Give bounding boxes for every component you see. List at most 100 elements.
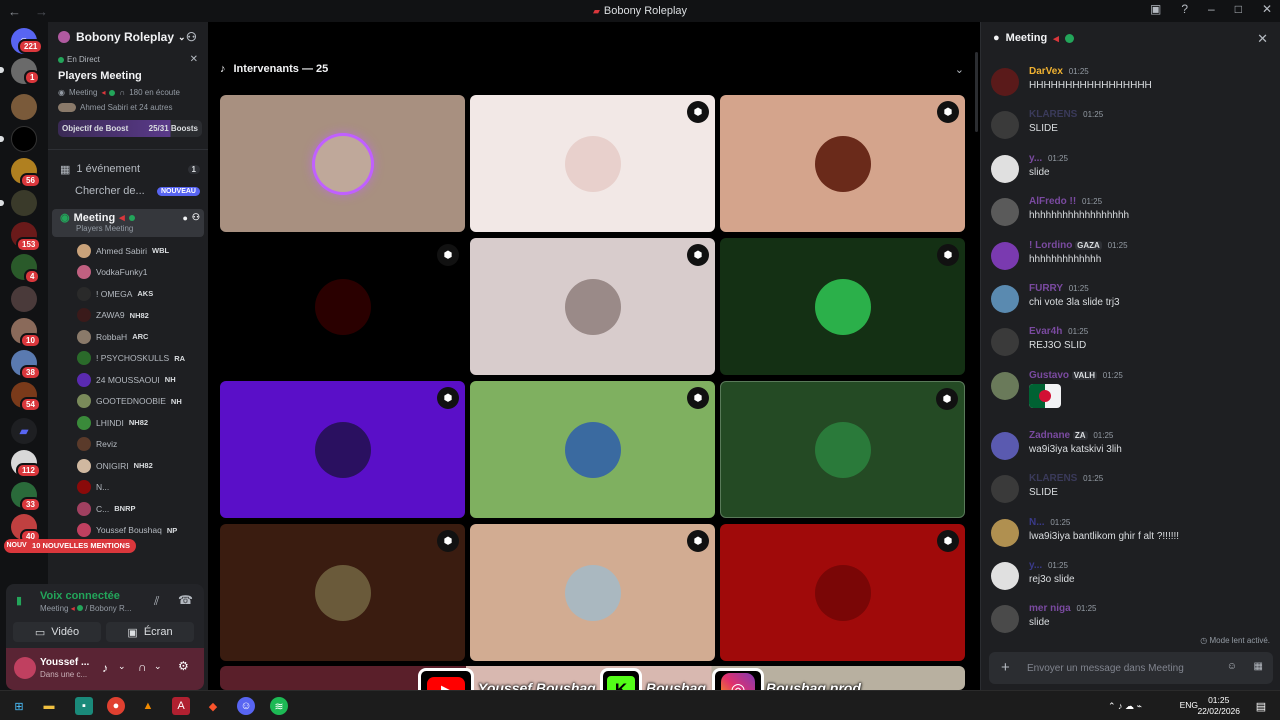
message-author[interactable]: mer niga	[1029, 603, 1071, 614]
gear-icon[interactable]: ⚙	[178, 659, 189, 673]
speaker-tile[interactable]: ⬢	[220, 381, 465, 518]
collapse-chevron-icon[interactable]: ⌄	[955, 63, 964, 76]
avatar[interactable]	[991, 154, 1019, 183]
speaker-tile[interactable]: ⬢	[220, 524, 465, 661]
brave-icon[interactable]: ◆	[204, 697, 222, 715]
close-icon[interactable]: ✕	[190, 54, 198, 65]
speaker-tile[interactable]: ⬢	[720, 238, 965, 375]
noise-suppression-icon[interactable]: ⫽	[154, 594, 159, 609]
voice-member[interactable]: Reviz	[48, 434, 208, 456]
speaker-tile[interactable]	[220, 95, 465, 232]
minimize-icon[interactable]: –	[1208, 2, 1215, 16]
add-member-icon[interactable]: ⚇	[186, 30, 197, 44]
discord-icon[interactable]: ☺	[237, 697, 255, 715]
speaker-tile[interactable]: ⬢	[720, 524, 965, 661]
server-icon-5[interactable]	[11, 190, 37, 216]
speaker-tile[interactable]: ⬢	[470, 381, 715, 518]
server-icon-2[interactable]	[11, 94, 37, 120]
live-event-card[interactable]: En Direct ✕ Players Meeting ◉ Meeting ◂ ∩ 180…	[52, 52, 204, 112]
disconnect-icon[interactable]: ☎	[178, 593, 193, 607]
message-author[interactable]: N...	[1029, 517, 1045, 528]
boost-goal[interactable]: Objectif de Boost 25/31 Boosts	[58, 120, 202, 137]
headphones-icon[interactable]: ∩	[138, 660, 147, 674]
message-author[interactable]: Zadnane	[1029, 430, 1070, 441]
speaker-tile[interactable]: ⬢	[470, 524, 715, 661]
events-link[interactable]: ▦ 1 événement 1	[48, 158, 208, 180]
voice-member[interactable]: VodkaFunky1	[48, 262, 208, 284]
video-button[interactable]: ▭ Vidéo	[13, 622, 101, 642]
speaker-tile[interactable]: ⬢	[470, 95, 715, 232]
clock[interactable]: 01:25 22/02/2026	[1197, 695, 1240, 717]
file-explorer-icon[interactable]: ▬	[40, 697, 58, 715]
maximize-icon[interactable]: □	[1235, 2, 1242, 16]
avatar[interactable]	[991, 285, 1019, 313]
voice-member[interactable]: ! PSYCHOSKULLS RA	[48, 348, 208, 370]
message-author[interactable]: FURRY	[1029, 283, 1063, 294]
voice-member[interactable]: Ahmed Sabiri WBL	[48, 240, 208, 262]
language-indicator[interactable]: ENG	[1180, 700, 1198, 710]
chrome-icon[interactable]: ●	[107, 697, 125, 715]
inbox-icon[interactable]: ▣	[1150, 2, 1161, 16]
voice-member[interactable]: 24 MOUSSAOUI NH	[48, 369, 208, 391]
voice-member[interactable]: N...	[48, 477, 208, 499]
new-mentions-pill[interactable]: 10 NOUVELLES MENTIONS	[26, 539, 136, 553]
message-author[interactable]: Gustavo	[1029, 370, 1069, 381]
chevron-down-icon[interactable]: ⌄	[154, 661, 162, 672]
voice-connected-label[interactable]: Voix connectée	[40, 590, 120, 602]
spotify-icon[interactable]: ≋	[270, 697, 288, 715]
plus-icon[interactable]: +	[1001, 659, 1010, 676]
speaker-tile[interactable]: ⬢	[720, 95, 965, 232]
close-window-icon[interactable]: ✕	[1262, 2, 1272, 16]
scrollbar[interactable]	[975, 52, 978, 132]
chat-bubble-icon[interactable]: ●	[182, 213, 187, 223]
avatar[interactable]	[991, 241, 1019, 270]
message-author[interactable]: AlFredo !!	[1029, 196, 1076, 207]
speaker-tile[interactable]: ⬢	[470, 238, 715, 375]
message-author[interactable]: y...	[1029, 560, 1042, 571]
voice-member[interactable]: ! OMEGA AKS	[48, 283, 208, 305]
message-author[interactable]: y...	[1029, 153, 1042, 164]
avatar[interactable]	[991, 111, 1019, 140]
voice-member[interactable]: C... BNRP	[48, 498, 208, 520]
avatar[interactable]	[991, 605, 1019, 634]
voice-member[interactable]: Youssef Boushaq NP	[48, 520, 208, 542]
voice-member[interactable]: RobbaH ARC	[48, 326, 208, 348]
apps-icon[interactable]: ▦	[1254, 661, 1263, 672]
voice-channel-meeting[interactable]: ◉ Meeting ◂ ● ⚇ Players Meeting	[52, 209, 204, 237]
server-icon-3[interactable]	[11, 126, 37, 152]
voice-member[interactable]: ZAWA9 NH82	[48, 305, 208, 327]
server-icon-8[interactable]	[11, 286, 37, 312]
voice-member[interactable]: LHINDI NH82	[48, 412, 208, 434]
avatar[interactable]	[991, 68, 1019, 96]
avatar[interactable]	[14, 657, 36, 679]
message-author[interactable]: DarVex	[1029, 66, 1063, 77]
speaker-tile[interactable]: ⬢	[720, 381, 965, 518]
system-tray[interactable]: ⌃ ♪ ☁ ⌁	[1108, 697, 1178, 715]
microphone-icon[interactable]: ♪	[102, 661, 108, 675]
avatar[interactable]	[991, 562, 1019, 590]
message-author[interactable]: Evar4h	[1029, 326, 1062, 337]
server-header[interactable]: Bobony Roleplay ⌄ ⚇	[48, 22, 208, 52]
folder-icon[interactable]: ▰	[11, 418, 37, 444]
windows-start-icon[interactable]: ⊞	[10, 697, 28, 715]
avatar[interactable]	[991, 431, 1019, 460]
voice-member[interactable]: GOOTEDNOOBIE NH	[48, 391, 208, 413]
avatar[interactable]	[991, 518, 1019, 547]
avatar[interactable]	[991, 475, 1019, 504]
message-author[interactable]: KLARENS	[1029, 473, 1077, 484]
vlc-icon[interactable]: ▲	[139, 697, 157, 715]
avatar[interactable]	[991, 198, 1019, 227]
voice-member[interactable]: ONIGIRI NH82	[48, 455, 208, 477]
chevron-down-icon[interactable]: ⌄	[118, 661, 126, 672]
avatar[interactable]	[991, 328, 1019, 357]
app-icon[interactable]: A	[172, 697, 190, 715]
avatar[interactable]	[991, 371, 1019, 400]
message-author[interactable]: KLARENS	[1029, 109, 1077, 120]
emoji-icon[interactable]: ☺	[1227, 661, 1237, 672]
message-input[interactable]: + Envoyer un message dans Meeting ☺ ▦	[989, 652, 1273, 684]
app-icon[interactable]: ▪	[75, 697, 93, 715]
browse-channels-link[interactable]: Chercher de... NOUVEAU	[48, 180, 208, 202]
notification-icon[interactable]: ▤	[1252, 697, 1270, 715]
help-icon[interactable]: ?	[1181, 2, 1188, 16]
message-author[interactable]: ! Lordino	[1029, 240, 1072, 251]
